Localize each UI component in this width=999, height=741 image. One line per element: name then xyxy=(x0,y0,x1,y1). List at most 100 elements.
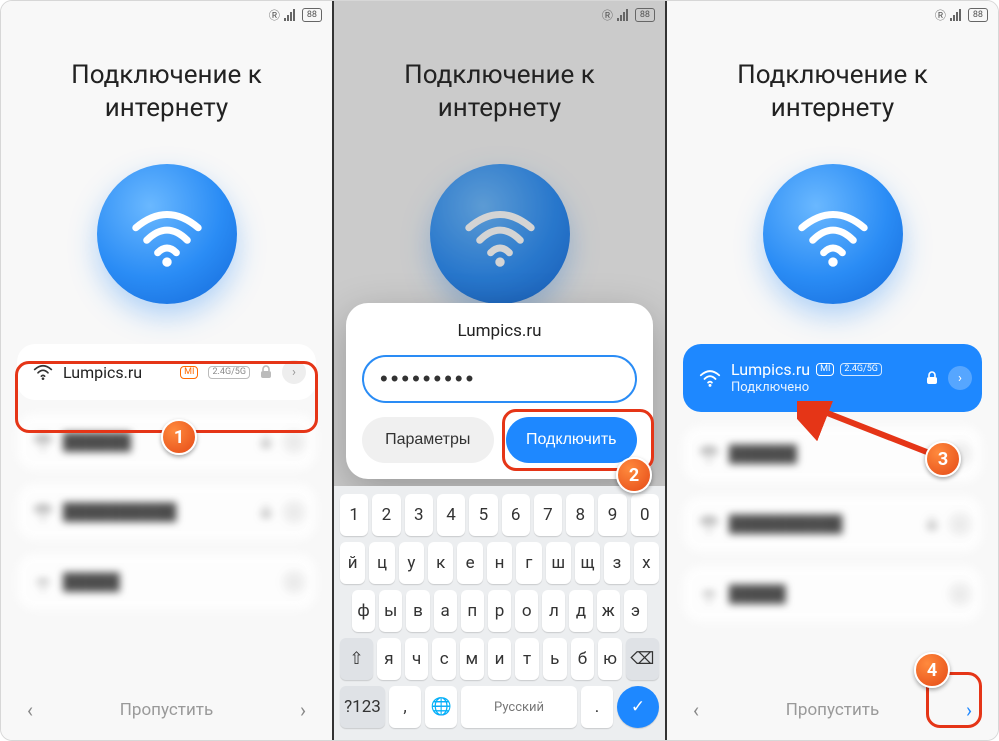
prev-button[interactable]: ‹ xyxy=(27,698,33,722)
wifi-list: Lumpics.ru MI 2.4G/5G › ██████ › ███████… xyxy=(1,344,332,624)
wifi-item-other[interactable]: ██████████ › xyxy=(683,496,982,552)
key[interactable]: 9 xyxy=(598,494,626,536)
lock-icon xyxy=(260,365,272,379)
screen-password-dialog: Ⓡ 88 Подключение к интернету Lumpics.ru … xyxy=(334,1,667,740)
key[interactable]: я xyxy=(377,638,401,680)
key[interactable]: з xyxy=(604,542,629,584)
key[interactable]: а xyxy=(434,590,457,632)
key[interactable]: ✓ xyxy=(617,686,659,728)
next-button[interactable]: › xyxy=(300,698,306,722)
signal-icon xyxy=(284,9,298,21)
next-button[interactable]: › xyxy=(966,698,972,722)
key[interactable]: у xyxy=(399,542,424,584)
mi-badge: MI xyxy=(816,363,834,376)
key[interactable]: в xyxy=(406,590,429,632)
battery-icon: 88 xyxy=(968,8,988,22)
key[interactable]: 7 xyxy=(534,494,562,536)
key[interactable]: х xyxy=(634,542,659,584)
key[interactable]: щ xyxy=(575,542,600,584)
mi-badge: MI xyxy=(180,366,198,379)
bottom-nav: ‹ Пропустить › xyxy=(667,680,998,740)
key[interactable]: й xyxy=(340,542,365,584)
key[interactable]: т xyxy=(515,638,539,680)
key[interactable]: с xyxy=(432,638,456,680)
key[interactable]: о xyxy=(515,590,538,632)
signal-icon xyxy=(617,9,631,21)
wifi-ssid: Lumpics.ru xyxy=(731,360,810,380)
key[interactable]: ю xyxy=(598,638,622,680)
key[interactable]: е xyxy=(457,542,482,584)
prev-button[interactable]: ‹ xyxy=(693,698,699,722)
bottom-nav: ‹ Пропустить › xyxy=(1,680,332,740)
dialog-title: Lumpics.ru xyxy=(362,321,637,341)
chevron-right-icon[interactable]: › xyxy=(282,360,306,384)
key[interactable]: э xyxy=(624,590,647,632)
key[interactable]: ч xyxy=(405,638,429,680)
status-bar: Ⓡ 88 xyxy=(334,1,665,29)
skip-button[interactable]: Пропустить xyxy=(786,700,879,720)
key[interactable]: . xyxy=(581,686,613,728)
wifi-icon xyxy=(33,364,53,380)
key[interactable]: 5 xyxy=(469,494,497,536)
key[interactable]: 3 xyxy=(405,494,433,536)
key[interactable]: и xyxy=(488,638,512,680)
key[interactable]: ж xyxy=(597,590,620,632)
key[interactable]: 4 xyxy=(437,494,465,536)
badge-2: 2 xyxy=(616,457,652,493)
signal-icon xyxy=(950,9,964,21)
password-field-wrap[interactable]: 👁 xyxy=(362,355,637,403)
key[interactable]: 🌐 xyxy=(425,686,457,728)
chevron-right-icon[interactable]: › xyxy=(948,366,972,390)
params-button[interactable]: Параметры xyxy=(362,417,494,463)
key[interactable]: ц xyxy=(369,542,394,584)
wifi-item-lumpics[interactable]: Lumpics.ru MI 2.4G/5G › xyxy=(17,344,316,400)
key[interactable]: , xyxy=(389,686,421,728)
password-input[interactable] xyxy=(378,365,667,393)
key[interactable]: ь xyxy=(543,638,567,680)
key[interactable]: л xyxy=(542,590,565,632)
key[interactable]: ы xyxy=(379,590,402,632)
status-bar: Ⓡ 88 xyxy=(667,1,998,29)
battery-icon: 88 xyxy=(635,8,655,22)
on-screen-keyboard[interactable]: 1234567890 йцукенгшщзх фывапролджэ ⇧ячсм… xyxy=(334,486,665,740)
wifi-item-other[interactable]: █████ › xyxy=(683,566,982,622)
status-bar: Ⓡ 88 xyxy=(1,1,332,29)
badge-4: 4 xyxy=(914,652,950,688)
password-dialog: Lumpics.ru 👁 Параметры Подключить xyxy=(346,303,653,479)
wifi-ssid: Lumpics.ru xyxy=(63,363,170,382)
key[interactable]: ?123 xyxy=(340,686,385,728)
connect-button[interactable]: Подключить xyxy=(506,417,638,463)
battery-icon: 88 xyxy=(302,8,322,22)
key[interactable]: п xyxy=(461,590,484,632)
wifi-item-other[interactable]: █████ › xyxy=(17,554,316,610)
screen-wifi-list: Ⓡ 88 Подключение к интернету Lumpics.ru … xyxy=(1,1,334,740)
key[interactable]: 0 xyxy=(631,494,659,536)
key[interactable]: 8 xyxy=(566,494,594,536)
page-title: Подключение к интернету xyxy=(21,59,312,124)
band-badge: 2.4G/5G xyxy=(840,363,882,376)
key[interactable]: ф xyxy=(352,590,375,632)
key[interactable]: ш xyxy=(546,542,571,584)
key[interactable]: 6 xyxy=(502,494,530,536)
key[interactable]: г xyxy=(516,542,541,584)
wifi-hero-icon xyxy=(763,164,903,304)
skip-button[interactable]: Пропустить xyxy=(120,700,213,720)
wifi-icon xyxy=(699,369,721,387)
key[interactable]: 2 xyxy=(372,494,400,536)
wifi-hero-icon xyxy=(430,164,570,304)
key[interactable]: б xyxy=(571,638,595,680)
key[interactable]: ⇧ xyxy=(340,638,373,680)
key[interactable]: к xyxy=(428,542,453,584)
key[interactable]: н xyxy=(487,542,512,584)
key[interactable]: м xyxy=(460,638,484,680)
key[interactable]: ⌫ xyxy=(626,638,659,680)
page-title: Подключение к интернету xyxy=(687,59,978,124)
wifi-item-lumpics-connected[interactable]: Lumpics.ru MI 2.4G/5G Подключено › xyxy=(683,344,982,412)
key[interactable]: 1 xyxy=(340,494,368,536)
key[interactable]: р xyxy=(488,590,511,632)
wifi-item-other[interactable]: ██████████ › xyxy=(17,484,316,540)
lock-icon xyxy=(926,371,938,385)
key[interactable]: д xyxy=(569,590,592,632)
key[interactable]: Русский xyxy=(461,686,577,728)
connection-status: Подключено xyxy=(731,380,916,396)
